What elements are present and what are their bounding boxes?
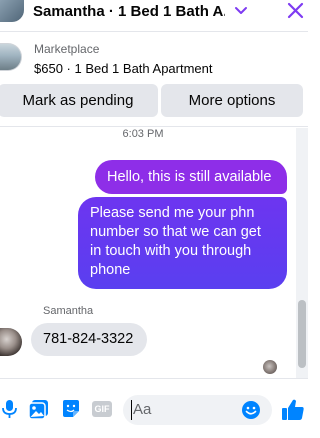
- sender-name: Samantha: [43, 305, 94, 317]
- outgoing-message[interactable]: Please send me your phn number so that w…: [78, 197, 287, 289]
- message-input-placeholder: Aa: [133, 401, 152, 418]
- marketplace-listing[interactable]: Marketplace $650 · 1 Bed 1 Bath Apartmen…: [0, 32, 308, 82]
- outgoing-message[interactable]: Hello, this is still available: [95, 160, 287, 194]
- mark-as-pending-button[interactable]: Mark as pending: [0, 84, 158, 117]
- chat-header: Samantha · 1 Bed 1 Bath A...: [0, 0, 308, 34]
- scrollbar-thumb[interactable]: [298, 300, 306, 368]
- sender-avatar[interactable]: [0, 328, 22, 356]
- close-icon[interactable]: [284, 0, 306, 22]
- microphone-icon[interactable]: [0, 398, 20, 420]
- image-icon[interactable]: [28, 398, 50, 420]
- thumbs-up-icon[interactable]: [281, 398, 305, 422]
- chat-title[interactable]: Samantha · 1 Bed 1 Bath A...: [33, 3, 225, 20]
- text-cursor: [131, 400, 132, 420]
- gif-label: GIF: [92, 401, 112, 417]
- actions-divider: [0, 126, 308, 127]
- listing-title[interactable]: $650 · 1 Bed 1 Bath Apartment: [34, 61, 213, 76]
- incoming-message[interactable]: 781-824-3322: [31, 323, 147, 356]
- listing-avatar[interactable]: [0, 0, 24, 22]
- chevron-down-icon[interactable]: [232, 2, 250, 20]
- sticker-icon[interactable]: [60, 398, 82, 420]
- gif-icon[interactable]: GIF: [91, 398, 113, 420]
- message-timestamp: 6:03 PM: [122, 128, 164, 140]
- marketplace-label: Marketplace: [34, 42, 100, 56]
- listing-thumbnail[interactable]: [0, 43, 22, 71]
- more-options-button[interactable]: More options: [161, 84, 303, 117]
- emoji-icon[interactable]: [241, 400, 261, 420]
- seen-indicator-avatar: [263, 360, 277, 374]
